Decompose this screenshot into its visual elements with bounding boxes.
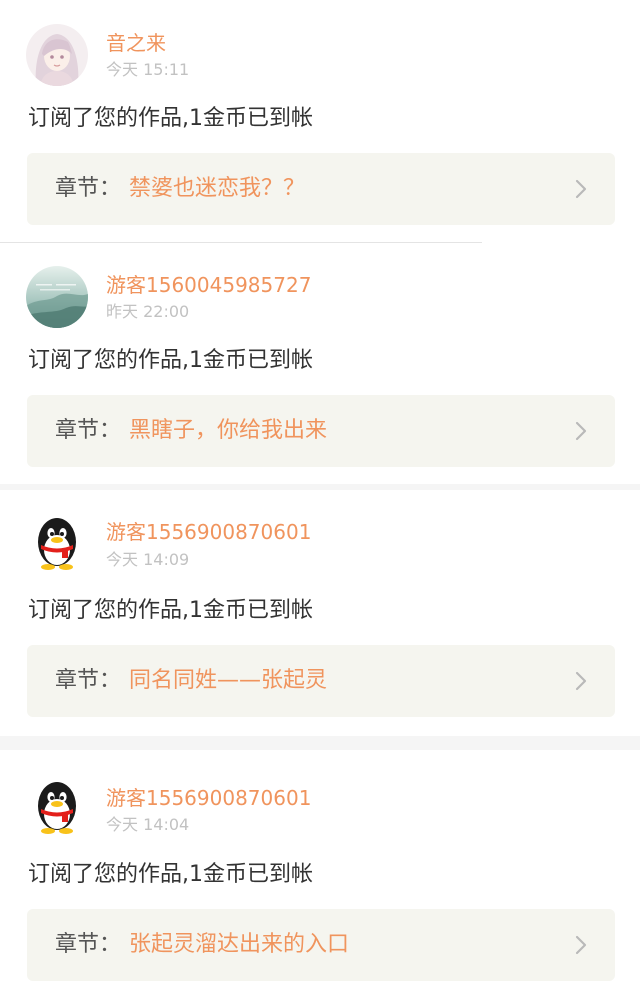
chapter-title: 黑瞎子，你给我出来 (129, 418, 328, 443)
username[interactable]: 音之来 (106, 30, 166, 56)
timestamp: 今天 14:09 (106, 550, 190, 569)
qq-penguin-avatar-icon[interactable] (26, 512, 88, 574)
message-text: 订阅了您的作品,1金币已到帐 (28, 106, 313, 131)
timestamp: 今天 15:11 (106, 60, 190, 79)
notification-card: 游客1556900870601 今天 14:04 订阅了您的作品,1金币已到帐 … (0, 750, 640, 994)
chapter-label: 章节： (55, 932, 122, 957)
notification-card: 音之来 今天 15:11 订阅了您的作品,1金币已到帐 章节： 禁婆也迷恋我？？ (0, 0, 640, 242)
section-separator (0, 736, 640, 750)
username[interactable]: 游客1560045985727 (106, 272, 311, 298)
notification-feed: 音之来 今天 15:11 订阅了您的作品,1金币已到帐 章节： 禁婆也迷恋我？？ (0, 0, 640, 994)
misty-landscape-avatar-icon[interactable] (26, 266, 88, 328)
chevron-right-icon (575, 671, 587, 691)
chapter-link[interactable]: 章节： 禁婆也迷恋我？？ (27, 153, 615, 225)
timestamp: 昨天 22:00 (106, 302, 190, 321)
chapter-label: 章节： (55, 668, 122, 693)
chapter-label: 章节： (55, 176, 122, 201)
chapter-link[interactable]: 章节： 同名同姓——张起灵 (27, 645, 615, 717)
chapter-label: 章节： (55, 418, 122, 443)
chapter-title: 禁婆也迷恋我？？ (129, 176, 306, 201)
chapter-title: 同名同姓——张起灵 (129, 668, 328, 693)
qq-penguin-avatar-icon[interactable] (26, 776, 88, 838)
notification-card: 游客1556900870601 今天 14:09 订阅了您的作品,1金币已到帐 … (0, 490, 640, 736)
timestamp: 今天 14:04 (106, 815, 190, 834)
chapter-link[interactable]: 章节： 黑瞎子，你给我出来 (27, 395, 615, 467)
message-text: 订阅了您的作品,1金币已到帐 (28, 348, 313, 373)
username[interactable]: 游客1556900870601 (106, 519, 311, 545)
chevron-right-icon (575, 179, 587, 199)
username[interactable]: 游客1556900870601 (106, 785, 311, 811)
chevron-right-icon (575, 421, 587, 441)
notification-card: 游客1560045985727 昨天 22:00 订阅了您的作品,1金币已到帐 … (0, 243, 640, 484)
chapter-title: 张起灵溜达出来的入口 (129, 932, 350, 957)
message-text: 订阅了您的作品,1金币已到帐 (28, 598, 313, 623)
chapter-link[interactable]: 章节： 张起灵溜达出来的入口 (27, 909, 615, 981)
message-text: 订阅了您的作品,1金币已到帐 (28, 862, 313, 887)
anime-girl-avatar-icon[interactable] (26, 24, 88, 86)
chevron-right-icon (575, 935, 587, 955)
